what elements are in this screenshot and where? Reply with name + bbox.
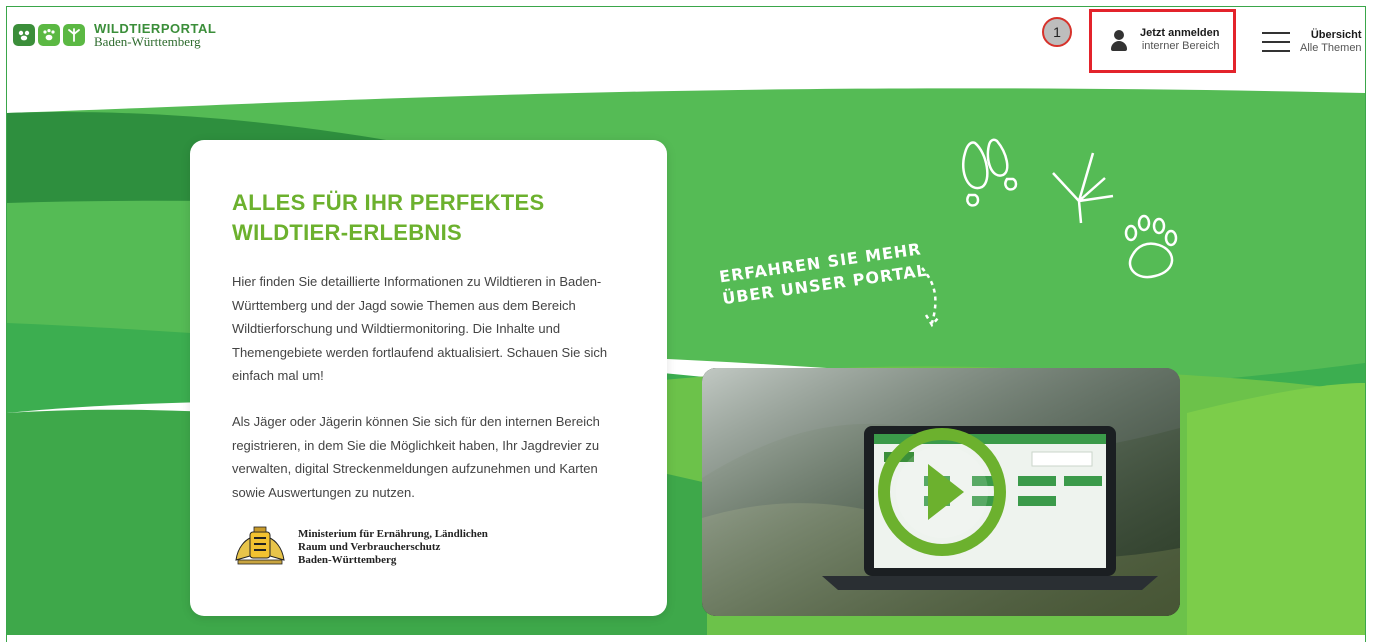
ministry-text: Ministerium für Ernährung, Ländlichen Ra…	[298, 528, 518, 567]
video-thumbnail	[702, 368, 1180, 616]
page-title: ALLES FÜR IHR PERFEKTES WILDTIER-ERLEBNI…	[232, 188, 652, 248]
logo-subtitle: Baden-Württemberg	[94, 34, 201, 49]
login-title: Jetzt anmelden	[1140, 27, 1220, 39]
overview-menu-button[interactable]: Übersicht Alle Themen	[1262, 29, 1362, 55]
paw-icon	[38, 24, 60, 46]
login-text: Jetzt anmelden interner Bereich	[1140, 27, 1219, 53]
coat-of-arms-icon	[235, 526, 285, 565]
site-header: WILDTIERPORTAL Baden-Württemberg 1 Jetzt…	[7, 7, 1365, 83]
intro-paragraph-2: Als Jäger oder Jägerin können Sie sich f…	[232, 414, 600, 500]
ministry-line-1: Ministerium für Ernährung, Ländlichen	[298, 527, 488, 540]
intro-card: ALLES FÜR IHR PERFEKTES WILDTIER-ERLEBNI…	[190, 140, 667, 616]
user-icon	[1110, 28, 1128, 52]
ministry-line-3: Baden-Württemberg	[298, 553, 397, 566]
menu-title: Übersicht	[1310, 29, 1362, 41]
hamburger-icon	[1262, 32, 1290, 52]
ministry-line-2: Raum und Verbraucherschutz	[298, 540, 441, 553]
intro-paragraph-1: Hier finden Sie detaillierte Information…	[232, 274, 608, 383]
logo-text: WILDTIERPORTAL Baden-Württemberg	[94, 22, 216, 48]
title-line-2: WILDTIER-ERLEBNIS	[232, 220, 462, 245]
menu-text: Übersicht Alle Themen	[1300, 29, 1362, 55]
login-subtitle: interner Bereich	[1141, 40, 1220, 52]
title-line-1: ALLES FÜR IHR PERFEKTES	[232, 190, 545, 215]
bird-track-icon	[63, 24, 85, 46]
ministry-logo[interactable]: Ministerium für Ernährung, Ländlichen Ra…	[232, 526, 518, 568]
step-marker: 1	[1042, 17, 1072, 47]
menu-subtitle: Alle Themen	[1300, 42, 1362, 54]
paw-leaf-icon	[13, 24, 35, 46]
login-button[interactable]: Jetzt anmelden interner Bereich	[1110, 27, 1219, 53]
site-logo[interactable]: WILDTIERPORTAL Baden-Württemberg	[13, 22, 216, 48]
intro-video[interactable]	[702, 368, 1180, 616]
